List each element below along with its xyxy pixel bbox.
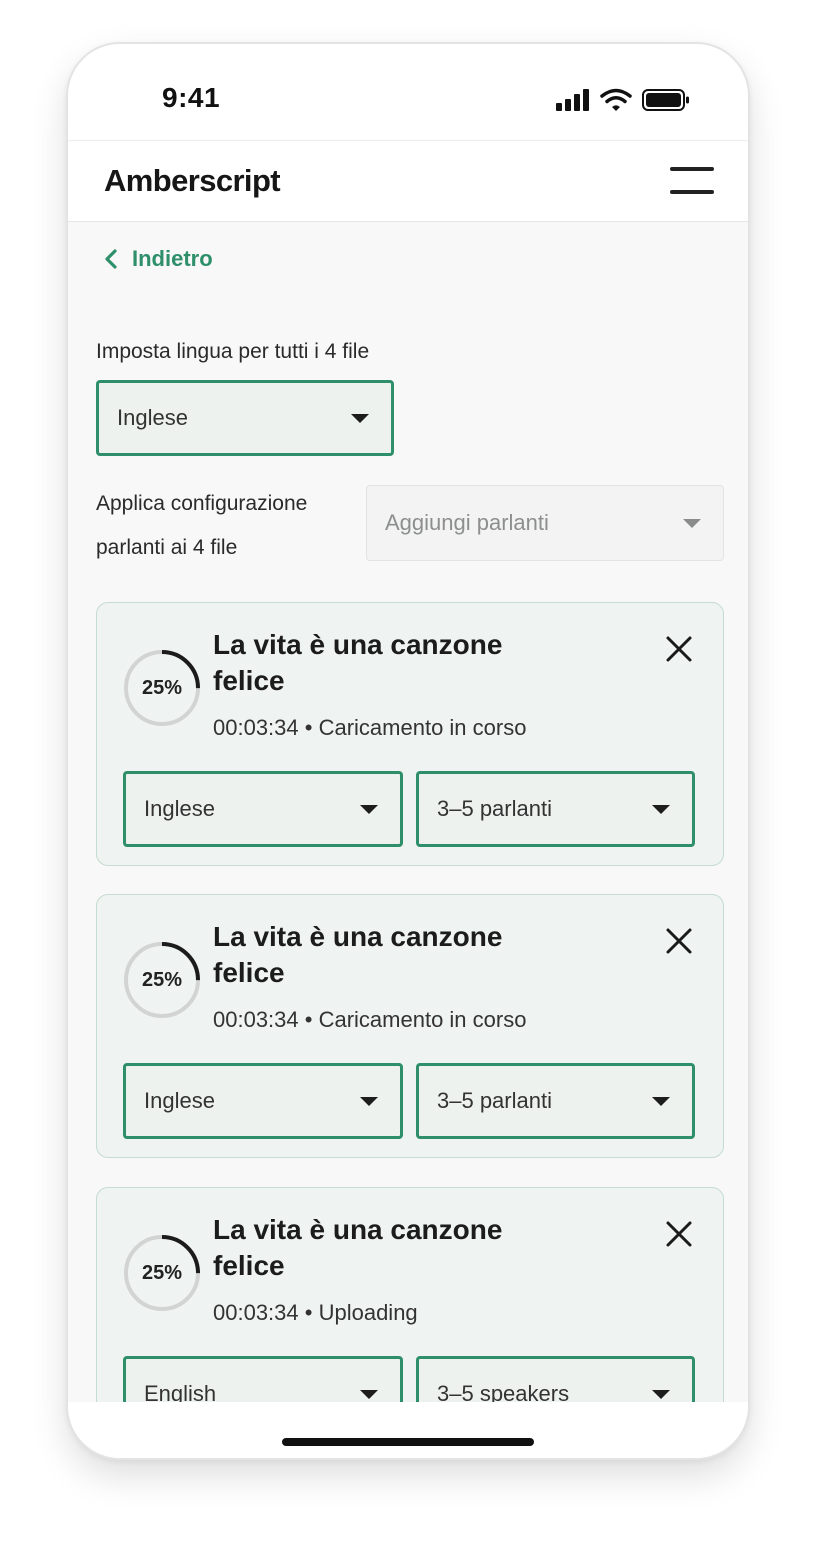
- close-icon[interactable]: [665, 635, 693, 663]
- file-speakers-select[interactable]: 3–5 parlanti: [416, 1063, 695, 1139]
- file-status: Caricamento in corso: [318, 715, 527, 740]
- back-link-label: Indietro: [132, 246, 213, 271]
- file-speakers-value: 3–5 parlanti: [437, 1088, 552, 1113]
- file-duration: 00:03:34: [213, 1007, 299, 1032]
- file-card: 25% La vita è una canzone felice 00:03:3…: [96, 602, 724, 866]
- back-link[interactable]: Indietro: [104, 246, 213, 272]
- home-indicator[interactable]: [282, 1438, 534, 1446]
- file-language-select[interactable]: Inglese: [123, 771, 403, 847]
- file-title: La vita è una canzone felice: [213, 1214, 503, 1281]
- caret-down-icon: [683, 519, 701, 528]
- file-speakers-select[interactable]: 3–5 speakers: [416, 1356, 695, 1402]
- close-icon[interactable]: [665, 927, 693, 955]
- file-status: Caricamento in corso: [318, 1007, 527, 1032]
- file-meta: 00:03:34 • Caricamento in corso: [213, 715, 526, 741]
- phone-frame: 9:41 Amberscript Indietro Imposta lingua…: [66, 42, 750, 1460]
- global-speaker-select[interactable]: Aggiungi parlanti: [366, 485, 724, 561]
- app-header: Amberscript: [68, 140, 748, 222]
- caret-down-icon: [652, 1097, 670, 1106]
- file-language-value: English: [144, 1381, 217, 1402]
- global-speaker-placeholder: Aggiungi parlanti: [385, 510, 549, 535]
- file-card: 25% La vita è una canzone felice 00:03:3…: [96, 1187, 724, 1402]
- file-duration: 00:03:34: [213, 715, 299, 740]
- main-content: Indietro Imposta lingua per tutti i 4 fi…: [68, 222, 748, 1402]
- caret-down-icon: [360, 1097, 378, 1106]
- progress-percent: 25%: [141, 1261, 183, 1284]
- file-title: La vita è una canzone felice: [213, 629, 503, 696]
- brand-logo[interactable]: Amberscript: [104, 163, 281, 199]
- caret-down-icon: [360, 1390, 378, 1399]
- upload-progress-ring: 25%: [123, 1234, 201, 1312]
- caret-down-icon: [360, 805, 378, 814]
- file-language-value: Inglese: [144, 796, 215, 821]
- menu-icon[interactable]: [670, 165, 714, 195]
- file-card: 25% La vita è una canzone felice 00:03:3…: [96, 894, 724, 1158]
- file-meta: 00:03:34 • Uploading: [213, 1300, 418, 1326]
- wifi-icon: [600, 88, 632, 111]
- progress-percent: 25%: [141, 676, 183, 699]
- caret-down-icon: [652, 1390, 670, 1399]
- file-status: Uploading: [318, 1300, 418, 1325]
- file-language-select[interactable]: English: [123, 1356, 403, 1402]
- file-duration: 00:03:34: [213, 1300, 299, 1325]
- home-indicator-area: [68, 1402, 748, 1458]
- close-icon[interactable]: [665, 1220, 693, 1248]
- file-language-select[interactable]: Inglese: [123, 1063, 403, 1139]
- battery-icon: [642, 89, 689, 111]
- file-speakers-select[interactable]: 3–5 parlanti: [416, 771, 695, 847]
- status-bar: 9:41: [68, 44, 748, 140]
- upload-progress-ring: 25%: [123, 649, 201, 727]
- caret-down-icon: [652, 805, 670, 814]
- chevron-left-icon: [105, 249, 117, 269]
- global-speaker-label: Applica configurazione parlanti ai 4 fil…: [96, 492, 308, 559]
- meta-separator: •: [304, 1300, 313, 1325]
- file-title: La vita è una canzone felice: [213, 921, 503, 988]
- progress-percent: 25%: [141, 968, 183, 991]
- file-speakers-value: 3–5 parlanti: [437, 796, 552, 821]
- file-speakers-value: 3–5 speakers: [437, 1381, 570, 1402]
- caret-down-icon: [351, 414, 369, 423]
- global-language-label: Imposta lingua per tutti i 4 file: [96, 340, 370, 363]
- meta-separator: •: [304, 715, 313, 740]
- global-language-value: Inglese: [117, 405, 188, 430]
- upload-progress-ring: 25%: [123, 941, 201, 1019]
- status-time: 9:41: [162, 82, 221, 113]
- meta-separator: •: [304, 1007, 313, 1032]
- file-language-value: Inglese: [144, 1088, 215, 1113]
- status-icons: [556, 88, 690, 112]
- global-language-select[interactable]: Inglese: [96, 380, 394, 456]
- file-meta: 00:03:34 • Caricamento in corso: [213, 1007, 526, 1033]
- signal-icon: [556, 89, 589, 111]
